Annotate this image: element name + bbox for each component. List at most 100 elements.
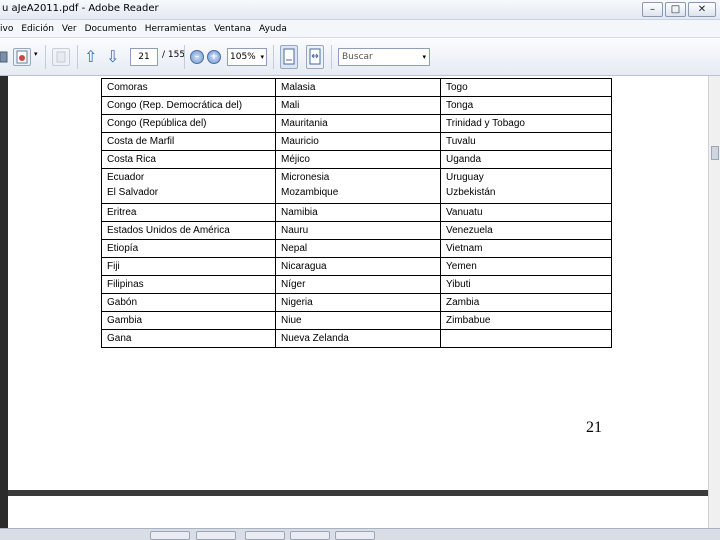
table-cell: Gabón bbox=[101, 293, 276, 312]
table-cell: Filipinas bbox=[101, 275, 276, 294]
toolbar-separator bbox=[331, 45, 332, 69]
menu-bar: ivo Edición Ver Documento Herramientas V… bbox=[0, 20, 720, 38]
table-cell: Togo bbox=[440, 78, 612, 97]
table-cell: Uruguay Uzbekistán bbox=[440, 168, 612, 204]
vertical-scrollbar[interactable] bbox=[708, 76, 720, 530]
table-cell: Nueva Zelanda bbox=[275, 329, 441, 348]
zoom-select[interactable]: 105% ▾ bbox=[227, 48, 267, 66]
table-row: Congo (República del) Mauritania Trinidad … bbox=[101, 114, 612, 133]
next-page-icon[interactable]: ⇩ bbox=[106, 48, 119, 66]
table-cell: Micronesia Mozambique bbox=[275, 168, 441, 204]
table-cell: Costa Rica bbox=[101, 150, 276, 169]
table-row: Ecuador El Salvador Micronesia Mozambique… bbox=[101, 168, 612, 204]
table-cell: Estados Unidos de América bbox=[101, 221, 276, 240]
page-break bbox=[8, 490, 708, 496]
close-button[interactable]: ✕ bbox=[688, 2, 716, 17]
table-cell: Zimbabue bbox=[440, 311, 612, 330]
taskbar-item[interactable] bbox=[290, 531, 330, 540]
title-bar: u aJeA2011.pdf - Adobe Reader – □ ✕ bbox=[0, 0, 720, 20]
collaborate-dropdown-icon[interactable]: ▾ bbox=[34, 50, 38, 58]
table-cell: Malasia bbox=[275, 78, 441, 97]
fit-page-icon[interactable] bbox=[280, 45, 298, 69]
table-cell: Etiopía bbox=[101, 239, 276, 258]
collaborate-icon[interactable] bbox=[13, 48, 31, 66]
table-row: Comoras Malasia Togo bbox=[101, 78, 612, 97]
scrollbar-thumb[interactable] bbox=[711, 146, 719, 160]
page-number-input[interactable]: 21 bbox=[130, 48, 158, 66]
table-row: Costa de Marfil Mauricio Tuvalu bbox=[101, 132, 612, 151]
toolbar-separator bbox=[184, 45, 185, 69]
table-cell: Vietnam bbox=[440, 239, 612, 258]
table-cell: Congo (República del) bbox=[101, 114, 276, 133]
toolbar-separator bbox=[45, 45, 46, 69]
menu-document[interactable]: Documento bbox=[81, 24, 141, 34]
zoom-out-button[interactable]: – bbox=[190, 50, 204, 64]
table-row: Gambia Niue Zimbabue bbox=[101, 311, 612, 330]
table-cell: Eritrea bbox=[101, 203, 276, 222]
table-cell: Venezuela bbox=[440, 221, 612, 240]
page-total: / 155 bbox=[162, 50, 186, 60]
hand-tool-icon[interactable] bbox=[52, 48, 70, 66]
table-cell: Yibuti bbox=[440, 275, 612, 294]
taskbar-item[interactable] bbox=[245, 531, 285, 540]
table-cell: Yemen bbox=[440, 257, 612, 276]
table-row: Fiji Nicaragua Yemen bbox=[101, 257, 612, 276]
table-cell: Nicaragua bbox=[275, 257, 441, 276]
table-cell: Níger bbox=[275, 275, 441, 294]
fit-width-icon[interactable] bbox=[306, 45, 324, 69]
table-cell: Comoras bbox=[101, 78, 276, 97]
toolbar: ▾ ⇧ ⇩ 21 / 155 – + 105% ▾ Buscar ▾ bbox=[0, 38, 720, 76]
printer-icon[interactable] bbox=[0, 48, 8, 70]
window-title: u aJeA2011.pdf - Adobe Reader bbox=[2, 3, 159, 14]
left-page-gutter bbox=[0, 76, 8, 528]
table-row: Estados Unidos de América Nauru Venezuela bbox=[101, 221, 612, 240]
table-cell: Nigeria bbox=[275, 293, 441, 312]
table-cell: Gambia bbox=[101, 311, 276, 330]
table-cell: Mali bbox=[275, 96, 441, 115]
table-cell: Congo (Rep. Democrática del) bbox=[101, 96, 276, 115]
table-cell: Nauru bbox=[275, 221, 441, 240]
table-row: Congo (Rep. Democrática del) Mali Tonga bbox=[101, 96, 612, 115]
table-row: Eritrea Namibia Vanuatu bbox=[101, 203, 612, 222]
table-cell: Costa de Marfil bbox=[101, 132, 276, 151]
table-cell: Nepal bbox=[275, 239, 441, 258]
window-controls: – □ ✕ bbox=[642, 2, 716, 17]
table-cell: Niue bbox=[275, 311, 441, 330]
table-cell: Mauritania bbox=[275, 114, 441, 133]
table-cell: Mauricio bbox=[275, 132, 441, 151]
table-row: Gabón Nigeria Zambia bbox=[101, 293, 612, 312]
table-cell: Uganda bbox=[440, 150, 612, 169]
zoom-value: 105% bbox=[230, 52, 256, 62]
table-row: Costa Rica Méjico Uganda bbox=[101, 150, 612, 169]
previous-page-icon[interactable]: ⇧ bbox=[84, 48, 97, 66]
table-cell: Tonga bbox=[440, 96, 612, 115]
page-footer-number: 21 bbox=[586, 419, 602, 436]
table-cell: Fiji bbox=[101, 257, 276, 276]
table-cell: Vanuatu bbox=[440, 203, 612, 222]
chevron-down-icon: ▾ bbox=[260, 53, 264, 61]
menu-file[interactable]: ivo bbox=[0, 24, 17, 34]
table-row: Gana Nueva Zelanda bbox=[101, 329, 612, 348]
search-placeholder: Buscar bbox=[342, 52, 373, 62]
maximize-button[interactable]: □ bbox=[665, 2, 686, 17]
table-cell: Méjico bbox=[275, 150, 441, 169]
menu-edit[interactable]: Edición bbox=[17, 24, 58, 34]
taskbar-item[interactable] bbox=[335, 531, 375, 540]
menu-tools[interactable]: Herramientas bbox=[141, 24, 210, 34]
taskbar-item[interactable] bbox=[150, 531, 190, 540]
table-cell: Zambia bbox=[440, 293, 612, 312]
search-input[interactable]: Buscar ▾ bbox=[338, 48, 430, 66]
table-cell: Ecuador El Salvador bbox=[101, 168, 276, 204]
zoom-in-button[interactable]: + bbox=[207, 50, 221, 64]
minimize-button[interactable]: – bbox=[642, 2, 663, 17]
table-cell bbox=[440, 329, 612, 348]
table-cell: Gana bbox=[101, 329, 276, 348]
table-row: Etiopía Nepal Vietnam bbox=[101, 239, 612, 258]
menu-view[interactable]: Ver bbox=[58, 24, 81, 34]
table-row: Filipinas Níger Yibuti bbox=[101, 275, 612, 294]
menu-help[interactable]: Ayuda bbox=[255, 24, 291, 34]
taskbar-item[interactable] bbox=[196, 531, 236, 540]
menu-window[interactable]: Ventana bbox=[210, 24, 255, 34]
table-cell: Namibia bbox=[275, 203, 441, 222]
table-cell: Trinidad y Tobago bbox=[440, 114, 612, 133]
